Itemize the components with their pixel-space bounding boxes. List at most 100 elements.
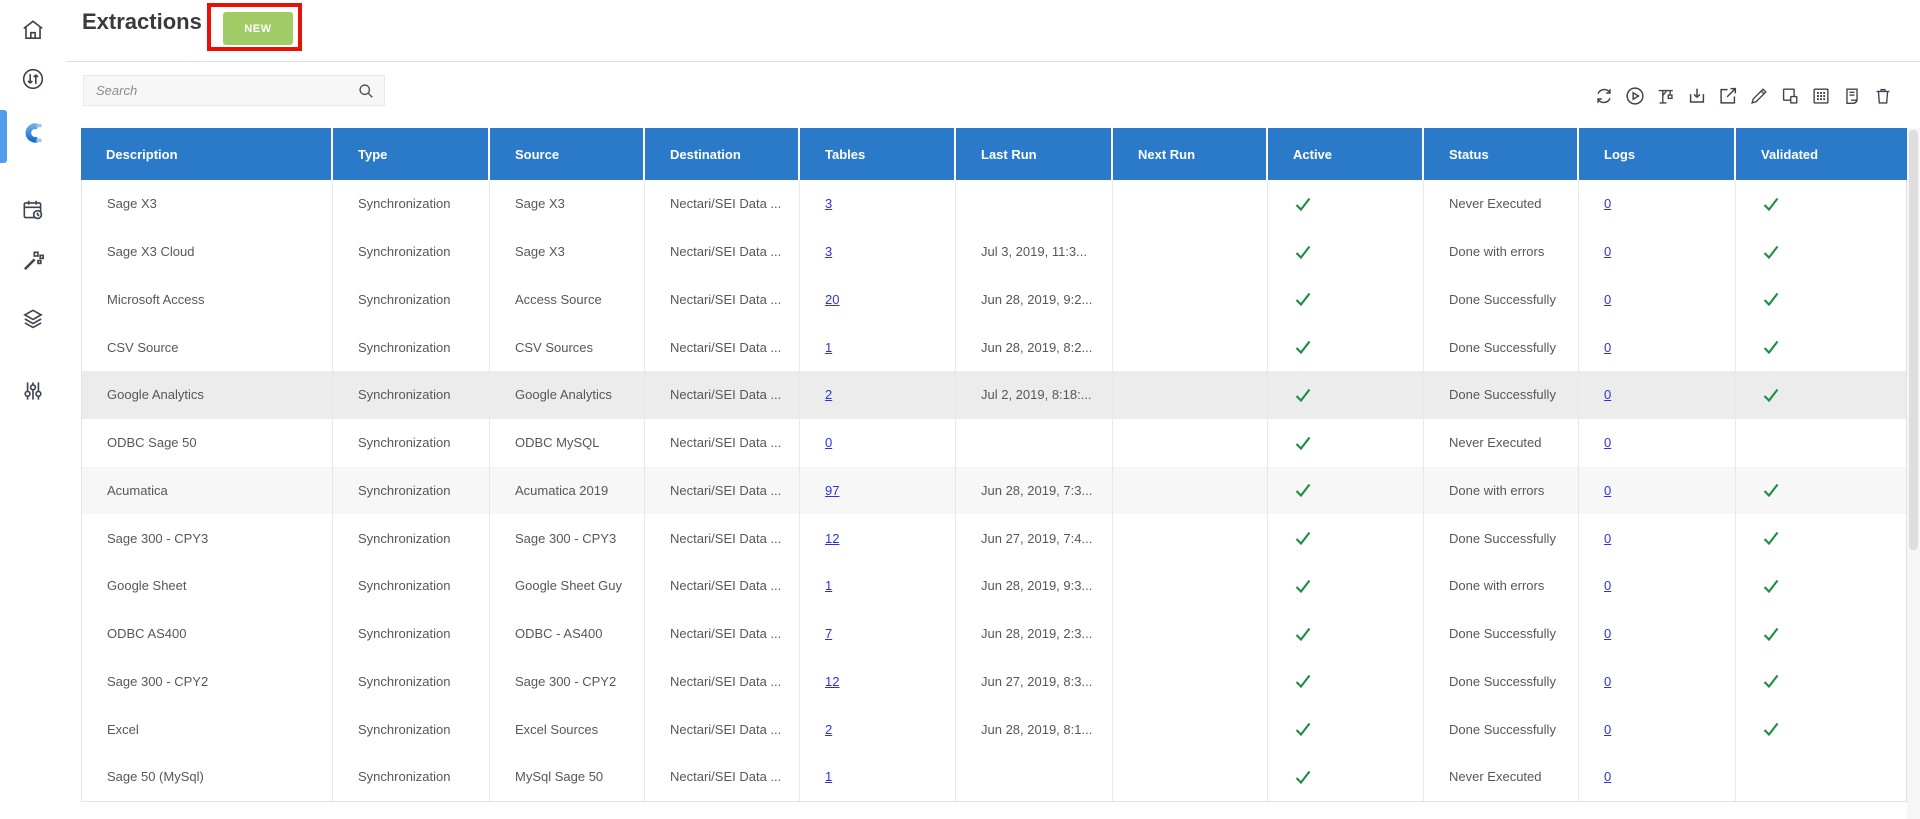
sidebar-item-schedules[interactable]	[20, 197, 46, 223]
table-row[interactable]: ODBC Sage 50 Synchronization ODBC MySQL …	[82, 419, 1906, 467]
logs-link[interactable]: 0	[1604, 769, 1611, 784]
refresh-icon	[1593, 85, 1615, 107]
column-header-source[interactable]: Source	[488, 128, 643, 180]
table-row[interactable]: Google Analytics Synchronization Google …	[82, 371, 1906, 419]
cell-status: Done with errors	[1423, 228, 1578, 276]
search-icon[interactable]	[356, 81, 376, 101]
calendar-schedule-icon	[20, 197, 46, 223]
table-scrollbar[interactable]	[1907, 128, 1920, 819]
cell-last-run: Jun 28, 2019, 8:2...	[955, 323, 1112, 371]
table-row[interactable]: ODBC AS400 Synchronization ODBC - AS400 …	[82, 610, 1906, 658]
cell-source: MySql Sage 50	[489, 753, 644, 801]
cell-next-run	[1112, 610, 1267, 658]
logs-link[interactable]: 0	[1604, 244, 1611, 259]
cell-description: Excel	[82, 705, 332, 753]
table-row[interactable]: Acumatica Synchronization Acumatica 2019…	[82, 467, 1906, 515]
logs-link[interactable]: 0	[1604, 531, 1611, 546]
tables-link[interactable]: 12	[825, 531, 839, 546]
logs-link[interactable]: 0	[1604, 340, 1611, 355]
sidebar-item-tools[interactable]	[20, 248, 46, 274]
logs-link[interactable]: 0	[1604, 292, 1611, 307]
table-row[interactable]: Sage 300 - CPY3 Synchronization Sage 300…	[82, 514, 1906, 562]
logs-link[interactable]: 0	[1604, 483, 1611, 498]
column-header-tables[interactable]: Tables	[798, 128, 954, 180]
cell-type: Synchronization	[332, 658, 489, 706]
column-header-active[interactable]: Active	[1266, 128, 1422, 180]
table-row[interactable]: Sage X3 Synchronization Sage X3 Nectari/…	[82, 180, 1906, 228]
column-header-next-run[interactable]: Next Run	[1111, 128, 1266, 180]
logs-link[interactable]: 0	[1604, 626, 1611, 641]
cell-last-run: Jun 28, 2019, 8:1...	[955, 705, 1112, 753]
cell-source: Sage 300 - CPY3	[489, 514, 644, 562]
sidebar-item-transfers[interactable]	[20, 66, 46, 92]
tables-link[interactable]: 0	[825, 435, 832, 450]
cell-source: Excel Sources	[489, 705, 644, 753]
sidebar-item-settings[interactable]	[20, 378, 46, 404]
cell-next-run	[1112, 562, 1267, 610]
cell-destination: Nectari/SEI Data ...	[644, 419, 799, 467]
log-button[interactable]	[1841, 85, 1863, 107]
logs-link[interactable]: 0	[1604, 387, 1611, 402]
tables-link[interactable]: 2	[825, 387, 832, 402]
copy-button[interactable]	[1779, 85, 1801, 107]
tables-link[interactable]: 1	[825, 769, 832, 784]
table-row[interactable]: Sage 300 - CPY2 Synchronization Sage 300…	[82, 658, 1906, 706]
import-button[interactable]	[1686, 85, 1708, 107]
validated-check-icon	[1761, 528, 1781, 548]
search-box	[83, 75, 385, 106]
cell-destination: Nectari/SEI Data ...	[644, 562, 799, 610]
tables-link[interactable]: 1	[825, 578, 832, 593]
tables-link[interactable]: 20	[825, 292, 839, 307]
table-row[interactable]: Excel Synchronization Excel Sources Nect…	[82, 705, 1906, 753]
cell-last-run: Jun 27, 2019, 7:4...	[955, 514, 1112, 562]
sidebar-item-extractions[interactable]	[20, 120, 46, 146]
edit-button[interactable]	[1748, 85, 1770, 107]
column-header-destination[interactable]: Destination	[643, 128, 798, 180]
page-title: Extractions	[82, 9, 202, 35]
tables-link[interactable]: 2	[825, 722, 832, 737]
search-input[interactable]	[84, 76, 384, 105]
column-header-last-run[interactable]: Last Run	[954, 128, 1111, 180]
column-header-status[interactable]: Status	[1422, 128, 1577, 180]
logs-link[interactable]: 0	[1604, 722, 1611, 737]
logs-link[interactable]: 0	[1604, 196, 1611, 211]
export-button[interactable]	[1717, 85, 1739, 107]
logs-link[interactable]: 0	[1604, 674, 1611, 689]
column-header-type[interactable]: Type	[331, 128, 488, 180]
column-header-description[interactable]: Description	[81, 128, 331, 180]
scrollbar-thumb[interactable]	[1909, 130, 1918, 550]
table-row[interactable]: Google Sheet Synchronization Google Shee…	[82, 562, 1906, 610]
table-row[interactable]: Sage X3 Cloud Synchronization Sage X3 Ne…	[82, 228, 1906, 276]
validated-check-icon	[1761, 671, 1781, 691]
cell-source: Google Analytics	[489, 371, 644, 419]
tables-link[interactable]: 12	[825, 674, 839, 689]
active-check-icon	[1293, 767, 1313, 787]
delete-icon	[1872, 85, 1894, 107]
sidebar-item-home[interactable]	[20, 17, 46, 43]
build-button[interactable]	[1655, 85, 1677, 107]
table-row[interactable]: Microsoft Access Synchronization Access …	[82, 276, 1906, 324]
cell-status: Done Successfully	[1423, 610, 1578, 658]
tables-link[interactable]: 97	[825, 483, 839, 498]
logs-link[interactable]: 0	[1604, 435, 1611, 450]
tables-link[interactable]: 7	[825, 626, 832, 641]
tables-link[interactable]: 3	[825, 196, 832, 211]
tables-link[interactable]: 1	[825, 340, 832, 355]
column-header-validated[interactable]: Validated	[1734, 128, 1907, 180]
run-button[interactable]	[1624, 85, 1646, 107]
cell-destination: Nectari/SEI Data ...	[644, 323, 799, 371]
grid-icon	[1810, 85, 1832, 107]
tables-link[interactable]: 3	[825, 244, 832, 259]
column-header-logs[interactable]: Logs	[1577, 128, 1734, 180]
delete-button[interactable]	[1872, 85, 1894, 107]
refresh-button[interactable]	[1593, 85, 1615, 107]
grid-button[interactable]	[1810, 85, 1832, 107]
table-row[interactable]: Sage 50 (MySql) Synchronization MySql Sa…	[82, 753, 1906, 801]
logs-link[interactable]: 0	[1604, 578, 1611, 593]
cell-next-run	[1112, 228, 1267, 276]
sidebar-item-layers[interactable]	[20, 306, 46, 332]
cell-description: Sage 300 - CPY3	[82, 514, 332, 562]
cell-next-run	[1112, 276, 1267, 324]
validated-check-icon	[1761, 480, 1781, 500]
table-row[interactable]: CSV Source Synchronization CSV Sources N…	[82, 323, 1906, 371]
